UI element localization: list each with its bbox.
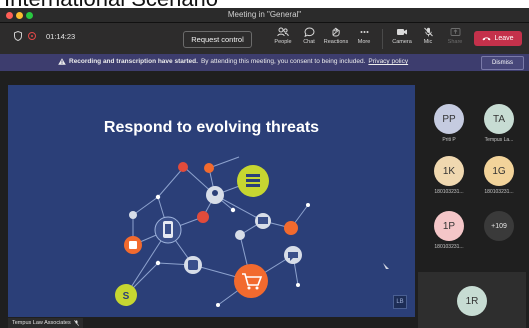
mic-off-icon — [73, 320, 79, 326]
network-illustration: S — [115, 156, 389, 307]
avatar: 1K — [434, 156, 464, 186]
reactions-icon — [331, 27, 340, 37]
presenter-watermark: LB — [393, 295, 407, 309]
participant-tile[interactable]: TA Tempus La... — [473, 104, 525, 143]
privacy-policy-link[interactable]: Privacy policy — [368, 58, 408, 65]
avatar: TA — [484, 104, 514, 134]
teams-meeting-window: Meeting in "General" 01:14:23 Request co… — [0, 8, 529, 328]
avatar: PP — [434, 104, 464, 134]
more-participants-tile[interactable]: +109 — [473, 211, 525, 241]
more-button[interactable]: More — [349, 27, 379, 45]
participant-name: Priti P — [442, 137, 456, 143]
share-label: Share — [447, 39, 463, 45]
participant-name: 180103231... — [434, 244, 464, 250]
more-participants-count: +109 — [484, 211, 514, 241]
shield-icon — [14, 31, 22, 41]
participant-tile[interactable]: 1K 180103231... — [423, 156, 475, 195]
avatar: 1P — [434, 211, 464, 241]
recording-indicator-icon — [28, 32, 36, 40]
dismiss-button[interactable]: Dismiss — [481, 56, 524, 70]
leave-button[interactable]: Leave — [474, 31, 522, 46]
participant-tile[interactable]: PP Priti P — [423, 104, 475, 143]
self-video-tile: 1R — [418, 272, 526, 328]
share-icon — [450, 28, 460, 36]
title-bar: Meeting in "General" — [0, 8, 529, 23]
recording-banner: Recording and transcription have started… — [0, 54, 529, 71]
participant-tile[interactable]: 1G 180103231... — [473, 156, 525, 195]
presenter-name-tag: Tempus Law Associates — [8, 318, 83, 328]
participant-tile[interactable]: 1P 180103231... — [423, 211, 475, 250]
reactions-button[interactable]: Reactions — [321, 27, 351, 45]
mic-off-icon — [423, 27, 433, 37]
request-control-button[interactable]: Request control — [183, 31, 252, 48]
avatar: 1R — [457, 286, 487, 316]
toolbar-divider — [382, 29, 383, 49]
share-button[interactable]: Share — [440, 27, 470, 45]
more-icon — [360, 31, 368, 33]
more-label: More — [357, 39, 371, 45]
mic-label: Mic — [423, 39, 433, 45]
window-title: Meeting in "General" — [227, 10, 302, 19]
chat-icon — [303, 27, 315, 37]
phone-hangup-icon — [482, 37, 491, 41]
mic-button[interactable]: Mic — [413, 27, 443, 45]
leave-label: Leave — [494, 35, 514, 42]
meeting-toolbar: 01:14:23 Request control People Chat Rea… — [0, 23, 529, 54]
camera-icon — [397, 29, 407, 35]
warning-icon — [58, 58, 66, 65]
banner-text: By attending this meeting, you consent t… — [200, 58, 366, 65]
participant-name: 180103231... — [484, 189, 514, 195]
svg-text:S: S — [123, 291, 130, 302]
avatar: 1G — [484, 156, 514, 186]
meeting-timer: 01:14:23 — [46, 31, 76, 41]
reactions-label: Reactions — [323, 39, 349, 45]
presenter-name: Tempus Law Associates — [12, 320, 71, 326]
shared-screen-stage: Respond to evolving threats S LB — [8, 85, 415, 317]
chat-label: Chat — [303, 39, 315, 45]
participant-name: 180103231... — [434, 189, 464, 195]
people-icon — [277, 27, 289, 37]
participant-name: Tempus La... — [484, 137, 514, 143]
banner-bold-text: Recording and transcription have started… — [69, 58, 198, 65]
chat-button[interactable]: Chat — [294, 27, 324, 45]
